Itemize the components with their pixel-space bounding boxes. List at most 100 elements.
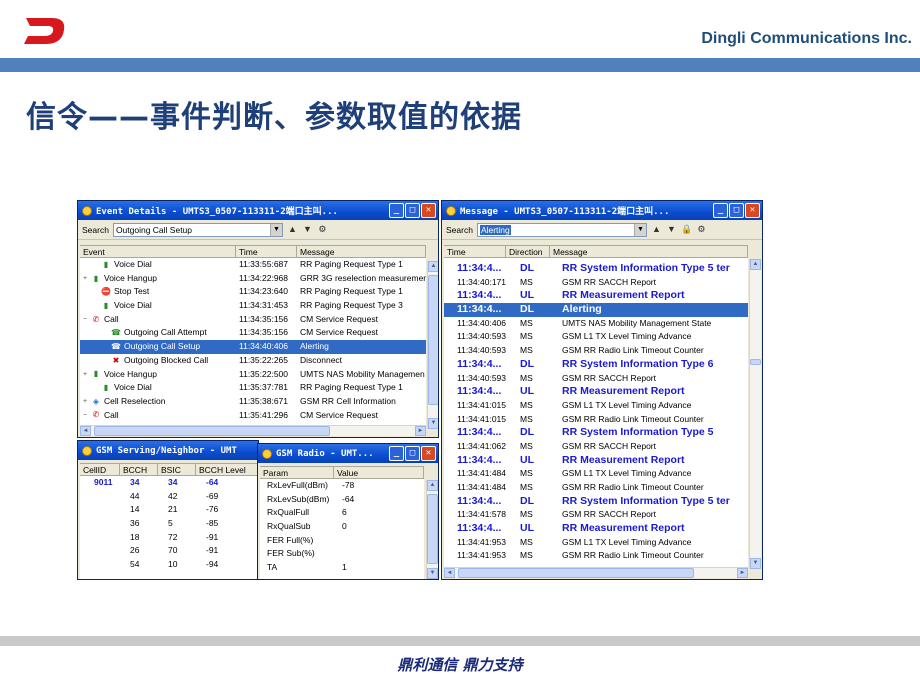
message-row[interactable]: 11:34:40:593 MS GSM RR SACCH Report (444, 372, 748, 386)
message-row[interactable]: 11:34:4... UL RR Measurement Report (444, 522, 748, 536)
minimize-button[interactable]: _ (389, 446, 404, 461)
message-row[interactable]: 11:34:4... DL RR System Information Type 6 (444, 358, 748, 372)
filter-icon[interactable]: ⚙ (317, 224, 328, 235)
scroll-left-icon[interactable]: ◄ (80, 426, 91, 436)
tree-expander-icon[interactable]: − (83, 313, 91, 327)
radio-vertical-scrollbar[interactable]: ▲ ▼ (426, 480, 438, 579)
message-row[interactable]: 11:34:41:578 MS GSM RR SACCH Report (444, 508, 748, 522)
search-combo[interactable]: Alerting ▼ (476, 222, 647, 237)
message-row[interactable]: 11:34:41:953 MS GSM L1 TX Level Timing Adv… (444, 536, 748, 550)
radio-row[interactable]: FER Sub(%) (260, 547, 424, 561)
close-button[interactable]: ✕ (745, 203, 760, 218)
scroll-thumb[interactable] (458, 568, 694, 578)
search-combo[interactable]: Outgoing Call Setup ▼ (112, 222, 283, 237)
down-arrow-icon[interactable]: ▼ (666, 224, 677, 235)
message-row[interactable]: 11:34:41:015 MS GSM L1 TX Level Timing Adv… (444, 399, 748, 413)
radio-row[interactable]: RxLevSub(dBm) -64 (260, 493, 424, 507)
radio-row[interactable]: FER Full(%) (260, 534, 424, 548)
column-header[interactable]: Direction (506, 246, 550, 257)
serving-row[interactable]: 9011 34 34 -64 (80, 476, 258, 490)
serving-row[interactable]: 44 42 -69 (80, 490, 258, 504)
event-details-titlebar[interactable]: Event Details - UMTS3_0507-113311-2端口主叫.… (78, 201, 438, 220)
event-row[interactable]: + ◈ Cell Reselection 11:35:38:671 GSM RR Cel… (80, 395, 426, 409)
column-header[interactable]: BCCH Level (196, 464, 258, 475)
event-row[interactable]: ☎ Outgoing Call Attempt 11:34:35:156 CM Ser… (80, 326, 426, 340)
message-row[interactable]: 11:34:4... DL RR System Information Type 5… (444, 262, 748, 276)
radio-row[interactable]: TA 1 (260, 561, 424, 575)
column-header[interactable]: BCCH (120, 464, 158, 475)
event-row[interactable]: + ▮ Voice Hangup 11:34:22:968 GRR 3G reselec… (80, 272, 426, 286)
up-arrow-icon[interactable]: ▲ (651, 224, 662, 235)
scroll-up-icon[interactable]: ▲ (750, 259, 761, 270)
message-vertical-scrollbar[interactable]: ▲ ▼ (749, 259, 761, 569)
minimize-button[interactable]: _ (389, 203, 404, 218)
event-row[interactable]: + ▮ Voice Hangup 11:35:22:500 UMTS NAS Mobil… (80, 368, 426, 382)
maximize-button[interactable]: □ (405, 203, 420, 218)
column-header[interactable]: Message (550, 246, 748, 257)
message-row[interactable]: 11:34:41:484 MS GSM RR Radio Link Timeout … (444, 481, 748, 495)
scroll-thumb[interactable] (427, 494, 438, 564)
message-row[interactable]: 11:34:41:015 MS GSM RR Radio Link Timeout … (444, 413, 748, 427)
event-row[interactable]: ✖ Outgoing Blocked Call 11:35:22:265 Discon… (80, 354, 426, 368)
tree-expander-icon[interactable]: + (83, 395, 91, 409)
radio-row[interactable]: RxQualFull 6 (260, 506, 424, 520)
radio-row[interactable]: RxQualSub 0 (260, 520, 424, 534)
message-row[interactable]: 11:34:4... UL RR Measurement Report (444, 454, 748, 468)
scroll-thumb[interactable] (428, 275, 438, 405)
down-arrow-icon[interactable]: ▼ (302, 224, 313, 235)
scroll-thumb[interactable] (94, 426, 330, 436)
column-header[interactable]: Event (80, 246, 236, 257)
event-row[interactable]: ▮ Voice Dial 11:35:37:781 RR Paging Request… (80, 381, 426, 395)
column-header[interactable]: Message (297, 246, 426, 257)
message-row[interactable]: 11:34:4... DL RR System Information Type 5 (444, 426, 748, 440)
up-arrow-icon[interactable]: ▲ (287, 224, 298, 235)
event-row[interactable]: ▮ Voice Dial 11:34:31:453 RR Paging Request… (80, 299, 426, 313)
scroll-up-icon[interactable]: ▲ (427, 480, 438, 491)
column-header[interactable]: Value (334, 467, 424, 478)
scroll-down-icon[interactable]: ▼ (428, 418, 438, 429)
serving-row[interactable]: 18 72 -91 (80, 531, 258, 545)
chevron-down-icon[interactable]: ▼ (633, 223, 646, 236)
column-header[interactable]: Time (236, 246, 297, 257)
serving-row[interactable]: 26 70 -91 (80, 544, 258, 558)
scroll-right-icon[interactable]: ► (415, 426, 426, 436)
message-row[interactable]: 11:34:40:593 MS GSM RR Radio Link Timeout … (444, 344, 748, 358)
close-button[interactable]: ✕ (421, 446, 436, 461)
close-button[interactable]: ✕ (421, 203, 436, 218)
message-titlebar[interactable]: Message - UMTS3_0507-113311-2端口主叫... _ □… (442, 201, 762, 220)
scroll-left-icon[interactable]: ◄ (444, 568, 455, 578)
filter-icon[interactable]: ⚙ (696, 224, 707, 235)
gsm-serving-titlebar[interactable]: GSM Serving/Neighbor - UMT (78, 441, 258, 460)
gsm-radio-titlebar[interactable]: GSM Radio - UMT... _ □ ✕ (258, 444, 438, 463)
lock-icon[interactable]: 🔒 (681, 224, 692, 235)
maximize-button[interactable]: □ (405, 446, 420, 461)
minimize-button[interactable]: _ (713, 203, 728, 218)
column-header[interactable]: Param (260, 467, 334, 478)
scroll-right-icon[interactable]: ► (737, 568, 748, 578)
event-row[interactable]: ☎ Outgoing Call Setup 11:34:40:406 Alerting (80, 340, 426, 354)
event-row[interactable]: − ✆ Call 11:35:41:296 CM Service Request (80, 409, 426, 423)
serving-row[interactable]: 14 21 -76 (80, 503, 258, 517)
scroll-down-icon[interactable]: ▼ (750, 558, 761, 569)
message-row[interactable]: 11:34:41:062 MS GSM RR SACCH Report (444, 440, 748, 454)
message-row[interactable]: 11:34:4... UL RR Measurement Report (444, 289, 748, 303)
event-row[interactable]: ▮ Voice Dial 11:33:55:687 RR Paging Request… (80, 258, 426, 272)
scroll-down-icon[interactable]: ▼ (427, 568, 438, 579)
tree-expander-icon[interactable]: + (83, 368, 91, 382)
column-header[interactable]: CellID (80, 464, 120, 475)
maximize-button[interactable]: □ (729, 203, 744, 218)
message-row[interactable]: 11:34:41:484 MS GSM L1 TX Level Timing Adv… (444, 467, 748, 481)
column-header[interactable]: Time (444, 246, 506, 257)
message-row[interactable]: 11:34:4... DL Alerting (444, 303, 748, 317)
message-row[interactable]: 11:34:4... DL RR System Information Type 5… (444, 495, 748, 509)
message-row[interactable]: 11:34:41:953 MS GSM RR Radio Link Timeout … (444, 549, 748, 563)
message-row[interactable]: 11:34:4... UL RR Measurement Report (444, 385, 748, 399)
event-row[interactable]: ⛔ Stop Test 11:34:23:640 RR Paging Request … (80, 285, 426, 299)
message-row[interactable]: 11:34:40:406 MS UMTS NAS Mobility Manageme… (444, 317, 748, 331)
radio-row[interactable]: RxLevFull(dBm) -78 (260, 479, 424, 493)
serving-row[interactable]: 54 10 -94 (80, 558, 258, 572)
event-vertical-scrollbar[interactable]: ▲ ▼ (427, 261, 438, 429)
event-horizontal-scrollbar[interactable]: ◄ ► (80, 425, 426, 436)
column-header[interactable]: BSIC (158, 464, 196, 475)
scroll-thumb[interactable] (750, 359, 761, 365)
